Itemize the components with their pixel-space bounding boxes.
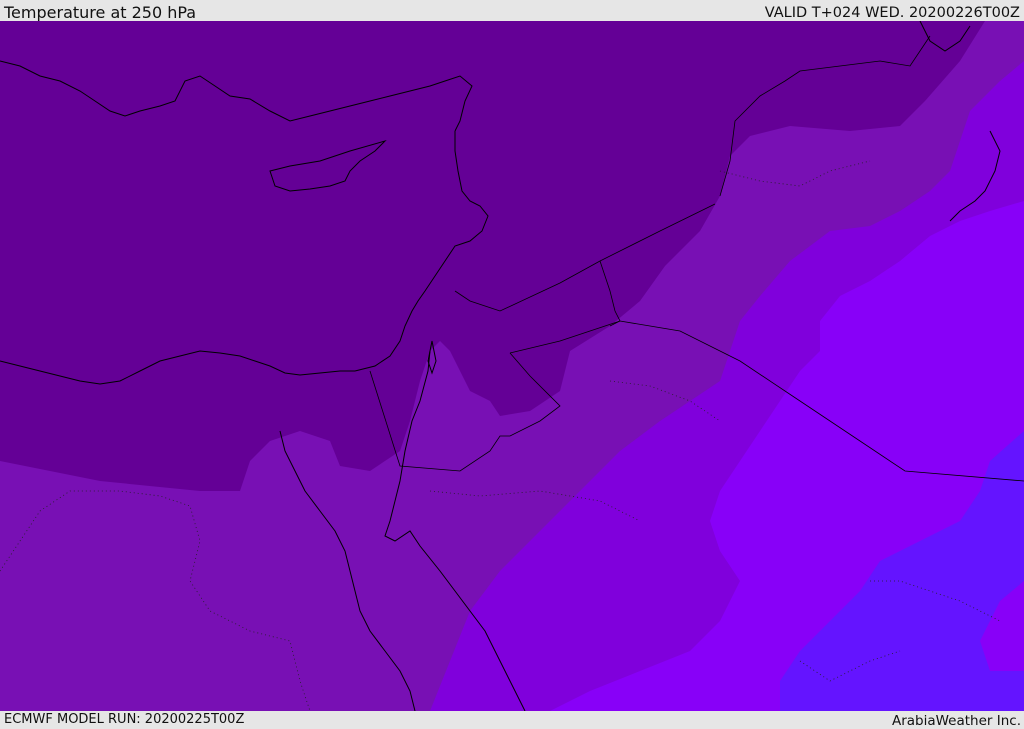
- model-run-label: ECMWF MODEL RUN: 20200225T00Z: [4, 712, 245, 727]
- valid-time: VALID T+024 WED. 20200226T00Z: [764, 5, 1020, 21]
- temperature-map: [0, 21, 1024, 711]
- credit-label: ArabiaWeather Inc.: [891, 713, 1021, 729]
- map-title: Temperature at 250 hPa: [4, 3, 197, 22]
